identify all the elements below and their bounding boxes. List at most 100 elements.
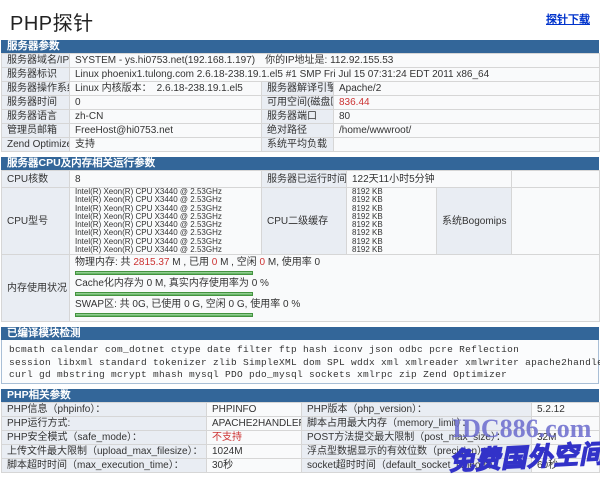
server-label: 系统平均负载 bbox=[262, 138, 334, 152]
cpu-l2-list: 8192 KB8192 KB8192 KB8192 KB8192 KB8192 … bbox=[347, 188, 437, 255]
section-header-modules: 已编译模块检测 bbox=[1, 327, 599, 340]
cpu-model-label: CPU型号 bbox=[2, 188, 70, 255]
server-label: 服务器操作系统 bbox=[2, 82, 70, 96]
section-header-server: 服务器参数 bbox=[1, 40, 599, 53]
page-title: PHP探针 bbox=[10, 7, 94, 36]
server-row: 服务器语言zh-CN服务器端口80 bbox=[2, 110, 600, 124]
cpu-model-list: Intel(R) Xeon(R) CPU X3440 @ 2.53GHzInte… bbox=[70, 188, 262, 255]
php-label: PHP版本（php_version）： bbox=[302, 403, 532, 417]
server-value: Linux phoenix1.tulong.com 2.6.18-238.19.… bbox=[70, 68, 600, 82]
server-row: 服务器操作系统Linux 内核版本： 2.6.18-238.19.1.el5服务… bbox=[2, 82, 600, 96]
cpu-l2-label: CPU二级缓存 bbox=[262, 188, 347, 255]
php-value: 30秒 bbox=[207, 459, 302, 473]
server-label: 绝对路径 bbox=[262, 124, 334, 138]
server-params-table: 服务器域名/IP地址SYSTEM - ys.hi0753.net(192.168… bbox=[1, 53, 600, 152]
memory-usage-text: SWAP区: 共 0G, 已使用 0 G, 空闲 0 G, 使用率 0 % bbox=[75, 299, 594, 311]
server-value: Linux 内核版本： 2.6.18-238.19.1.el5 bbox=[70, 82, 262, 96]
cpu-model-row: CPU型号Intel(R) Xeon(R) CPU X3440 @ 2.53GH… bbox=[2, 188, 600, 255]
php-value bbox=[532, 417, 600, 431]
php-row: PHP运行方式:APACHE2HANDLER脚本占用最大内存（memory_li… bbox=[2, 417, 600, 431]
php-label: PHP信息（phpinfo）： bbox=[2, 403, 207, 417]
probe-download-link[interactable]: 探针下载 bbox=[546, 11, 590, 27]
module-line: bcmath calendar com_dotnet ctype date fi… bbox=[9, 344, 591, 357]
php-value: 1024M bbox=[207, 445, 302, 459]
memory-usage-row: 内存使用状况物理内存: 共 2815.37 M , 已用 0 M , 空闲 0 … bbox=[2, 255, 600, 322]
server-value: 80 bbox=[334, 110, 600, 124]
php-label: PHP安全模式（safe_mode）： bbox=[2, 431, 207, 445]
server-label: 服务器标识 bbox=[2, 68, 70, 82]
php-row: 脚本超时时间（max_execution_time）：30秒socket超时时间… bbox=[2, 459, 600, 473]
php-label: POST方法提交最大限制（post_max_size）： bbox=[302, 431, 532, 445]
server-label: 管理员邮箱 bbox=[2, 124, 70, 138]
server-value: FreeHost@hi0753.net bbox=[70, 124, 262, 138]
php-label: socket超时时间（default_socket_timeout）： bbox=[302, 459, 532, 473]
server-label: 服务器域名/IP地址 bbox=[2, 54, 70, 68]
module-line: curl gd mbstring mcrypt mhash mysql PDO … bbox=[9, 369, 591, 382]
php-value: 14 bbox=[532, 445, 600, 459]
server-label: 服务器解译引擎 bbox=[262, 82, 334, 96]
php-label: 脚本占用最大内存（memory_limit）： bbox=[302, 417, 532, 431]
uptime-label: 服务器已运行时间 bbox=[262, 171, 347, 188]
php-value: APACHE2HANDLER bbox=[207, 417, 302, 431]
memory-usage-segment: Cache化内存为 0 M, 真实内存使用率为 0 % bbox=[75, 278, 269, 289]
server-value bbox=[334, 138, 600, 152]
server-label: 服务器时间 bbox=[2, 96, 70, 110]
section-modules: 已编译模块检测 bcmath calendar com_dotnet ctype… bbox=[1, 327, 599, 384]
server-value: SYSTEM - ys.hi0753.net(192.168.1.197) 你的… bbox=[70, 54, 600, 68]
server-value: zh-CN bbox=[70, 110, 262, 124]
section-server-params: 服务器参数 服务器域名/IP地址SYSTEM - ys.hi0753.net(1… bbox=[1, 40, 599, 152]
php-row: PHP安全模式（safe_mode）：不支持POST方法提交最大限制（post_… bbox=[2, 431, 600, 445]
cpu-l2-line: 8192 KB bbox=[352, 246, 431, 254]
php-value: 不支持 bbox=[207, 431, 302, 445]
section-php-params: PHP相关参数 PHP信息（phpinfo）：PHPINFOPHP版本（php_… bbox=[1, 389, 599, 473]
php-label: 脚本超时时间（max_execution_time）： bbox=[2, 459, 207, 473]
server-row: 服务器时间0可用空间(磁盘区)836.44 bbox=[2, 96, 600, 110]
server-label: 可用空间(磁盘区) bbox=[262, 96, 334, 110]
cpu-model-line: Intel(R) Xeon(R) CPU X3440 @ 2.53GHz bbox=[75, 246, 256, 254]
php-value: 5.2.12 bbox=[532, 403, 600, 417]
php-value: PHPINFO bbox=[207, 403, 302, 417]
server-label: 服务器端口 bbox=[262, 110, 334, 124]
server-value: /home/wwwroot/ bbox=[334, 124, 600, 138]
server-value: Apache/2 bbox=[334, 82, 600, 96]
memory-usage-text: Cache化内存为 0 M, 真实内存使用率为 0 % bbox=[75, 278, 594, 290]
memory-usage-segment: M, 使用率 0 bbox=[265, 257, 320, 268]
bogomips-value bbox=[512, 188, 600, 255]
memory-usage-bar bbox=[75, 271, 253, 275]
top-bar: PHP探针 探针下载 bbox=[0, 0, 600, 40]
memory-usage-bar bbox=[75, 313, 253, 317]
server-row: Zend Optimizer支持系统平均负载 bbox=[2, 138, 600, 152]
server-row: 服务器标识Linux phoenix1.tulong.com 2.6.18-23… bbox=[2, 68, 600, 82]
section-cpu-memory: 服务器CPU及内存相关运行参数 CPU核数8服务器已运行时间122天11小时5分… bbox=[1, 157, 599, 322]
section-header-cpu: 服务器CPU及内存相关运行参数 bbox=[1, 157, 599, 170]
memory-usage-segment: M , 已用 bbox=[170, 257, 212, 268]
memory-usage-label: 内存使用状况 bbox=[2, 255, 70, 322]
memory-usage-text: 物理内存: 共 2815.37 M , 已用 0 M , 空闲 0 M, 使用率… bbox=[75, 257, 594, 269]
compiled-modules-list: bcmath calendar com_dotnet ctype date fi… bbox=[1, 340, 599, 384]
php-label: 浮点型数据显示的有效位数（precision）： bbox=[302, 445, 532, 459]
cpu-cores-label: CPU核数 bbox=[2, 171, 70, 188]
php-params-table: PHP信息（phpinfo）：PHPINFOPHP版本（php_version）… bbox=[1, 402, 600, 473]
server-value: 0 bbox=[70, 96, 262, 110]
server-label: 服务器语言 bbox=[2, 110, 70, 124]
memory-usage-segment: M , 空闲 bbox=[217, 257, 259, 268]
server-value: 836.44 bbox=[334, 96, 600, 110]
php-probe-page: PHP探针 探针下载 服务器参数 服务器域名/IP地址SYSTEM - ys.h… bbox=[0, 0, 600, 482]
bogomips-label: 系统Bogomips bbox=[437, 188, 512, 255]
section-header-php: PHP相关参数 bbox=[1, 389, 599, 402]
php-label: 上传文件最大限制（upload_max_filesize）： bbox=[2, 445, 207, 459]
php-row: PHP信息（phpinfo）：PHPINFOPHP版本（php_version）… bbox=[2, 403, 600, 417]
cpu-cores-value: 8 bbox=[70, 171, 262, 188]
php-value: 32M bbox=[532, 431, 600, 445]
server-row: 服务器域名/IP地址SYSTEM - ys.hi0753.net(192.168… bbox=[2, 54, 600, 68]
server-value: 支持 bbox=[70, 138, 262, 152]
memory-usage-detail: 物理内存: 共 2815.37 M , 已用 0 M , 空闲 0 M, 使用率… bbox=[70, 255, 600, 322]
memory-usage-segment: 2815.37 bbox=[133, 257, 169, 268]
cpu-cores-row: CPU核数8服务器已运行时间122天11小时5分钟 bbox=[2, 171, 600, 188]
module-line: session libxml standard tokenizer zlib S… bbox=[9, 357, 591, 370]
server-label: Zend Optimizer bbox=[2, 138, 70, 152]
php-row: 上传文件最大限制（upload_max_filesize）：1024M浮点型数据… bbox=[2, 445, 600, 459]
memory-usage-segment: 物理内存: 共 bbox=[75, 257, 133, 268]
server-row: 管理员邮箱FreeHost@hi0753.net绝对路径/home/wwwroo… bbox=[2, 124, 600, 138]
uptime-value: 122天11小时5分钟 bbox=[347, 171, 512, 188]
